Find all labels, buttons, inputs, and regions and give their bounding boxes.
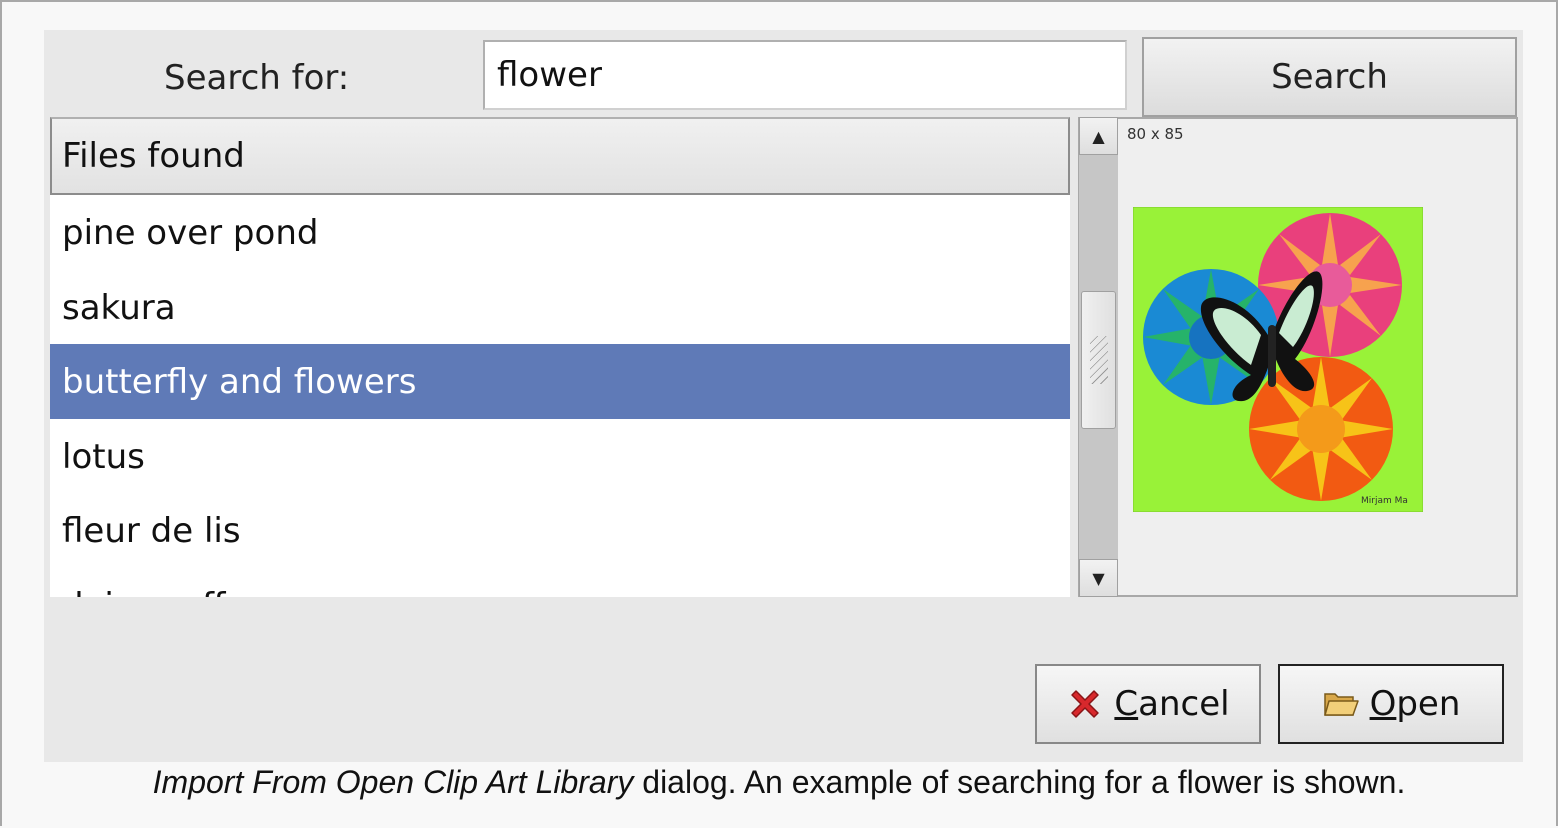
cancel-button[interactable]: Cancel <box>1035 664 1261 744</box>
files-list-rows: pine over pond sakura butterfly and flow… <box>50 195 1070 597</box>
red-x-icon <box>1071 690 1100 718</box>
arrow-up-icon[interactable]: ▲ <box>1079 117 1118 155</box>
open-button[interactable]: Open <box>1278 664 1504 744</box>
preview-image: Mirjam Ma <box>1133 207 1423 512</box>
scrollbar-grip <box>1090 336 1108 384</box>
list-item[interactable]: daisy caffe <box>50 568 1070 598</box>
list-item[interactable]: sakura <box>50 270 1070 345</box>
scrollbar-thumb[interactable] <box>1081 291 1116 429</box>
arrow-down-icon[interactable]: ▼ <box>1079 559 1118 597</box>
list-item-selected[interactable]: butterfly and flowers <box>50 344 1070 419</box>
search-button[interactable]: Search <box>1142 37 1517 117</box>
list-item[interactable]: pine over pond <box>50 195 1070 270</box>
list-item[interactable]: lotus <box>50 419 1070 494</box>
list-item[interactable]: fleur de lis <box>50 493 1070 568</box>
files-scrollbar[interactable]: ▲ ▼ <box>1078 117 1118 597</box>
search-input[interactable] <box>483 40 1127 110</box>
caption-title: Import From Open Clip Art Library <box>152 764 634 800</box>
caption-text: dialog. An example of searching for a fl… <box>633 764 1406 800</box>
cancel-label: Cancel <box>1114 684 1230 724</box>
files-list: Files found pine over pond sakura butter… <box>50 117 1070 597</box>
folder-open-icon <box>1323 693 1359 716</box>
figure-caption: Import From Open Clip Art Library dialog… <box>0 760 1558 804</box>
preview-signature: Mirjam Ma <box>1361 496 1408 506</box>
preview-panel: 80 x 85 Mirjam Ma <box>1118 117 1518 597</box>
preview-size-label: 80 x 85 <box>1127 125 1184 143</box>
search-label: Search for: <box>164 58 350 98</box>
files-list-header[interactable]: Files found <box>50 117 1070 195</box>
open-label: Open <box>1369 684 1461 724</box>
